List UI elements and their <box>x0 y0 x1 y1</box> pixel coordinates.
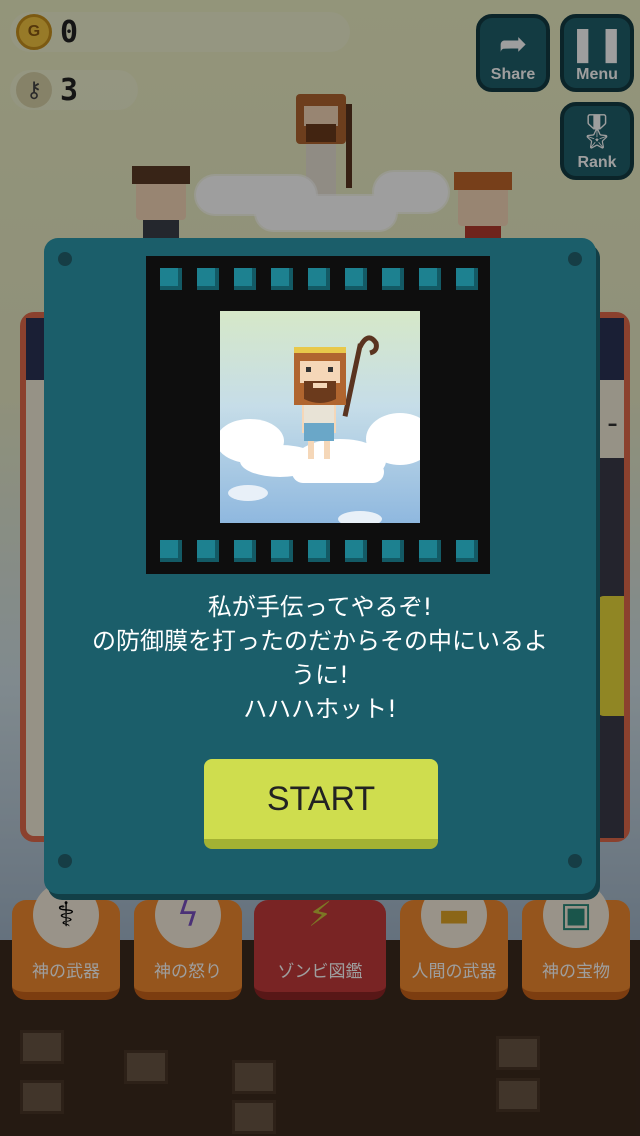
film-strip <box>146 256 490 574</box>
god-on-cloud-illustration <box>220 335 420 523</box>
bolt-decoration <box>58 252 72 266</box>
dialog-message: 私が手伝ってやるぞ! の防御膜を打ったのだからその中にいるよ うに! ハハハホッ… <box>92 593 548 723</box>
god-portrait <box>220 311 420 523</box>
dialog-modal: 私が手伝ってやるぞ! の防御膜を打ったのだからその中にいるよ うに! ハハハホッ… <box>44 238 596 894</box>
start-button[interactable]: START <box>204 759 438 849</box>
bolt-decoration <box>568 252 582 266</box>
bolt-decoration <box>58 854 72 868</box>
bolt-decoration <box>568 854 582 868</box>
